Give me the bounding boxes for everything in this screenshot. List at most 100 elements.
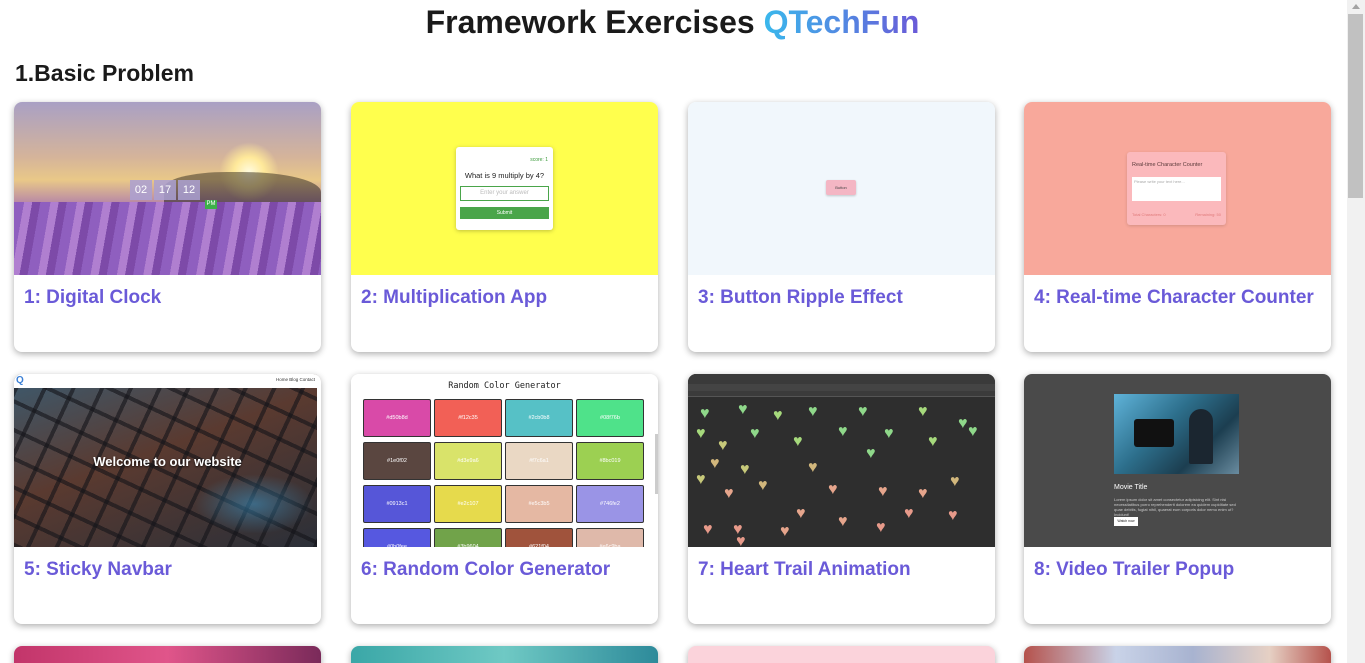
exercise-card-random-color[interactable]: Random Color Generator #d50b8d #f12c35 #2c… bbox=[351, 374, 658, 624]
card-title[interactable]: 6: Random Color Generator bbox=[361, 559, 610, 581]
color-swatch: #e5c3b5 bbox=[505, 485, 573, 523]
heart-icon: ♥ bbox=[928, 433, 938, 450]
heart-icon: ♥ bbox=[876, 519, 886, 536]
clock-seconds: 12 bbox=[178, 180, 200, 200]
exercise-card-button-ripple[interactable]: Button 3: Button Ripple Effect bbox=[688, 102, 995, 352]
card-thumbnail[interactable]: ♥ ♥ ♥ ♥ ♥ ♥ ♥ ♥ ♥ ♥ ♥ ♥ ♥ ♥ ♥ ♥ ♥ ♥ ♥ ♥ ♥ ♥ ♥ ♥ ♥ ♥ ♥ ♥ ♥ ♥ ♥ ♥ ♥ ♥ ♥ bbox=[688, 374, 995, 547]
heart-icon: ♥ bbox=[710, 455, 720, 472]
quiz-box-preview: score: 1 What is 9 multiply by 4? Enter … bbox=[456, 147, 553, 230]
exercise-card-character-counter[interactable]: Real-time Character Counter Please write… bbox=[1024, 102, 1331, 352]
card-title[interactable]: 2: Multiplication App bbox=[361, 287, 547, 309]
scrollbar-thumb[interactable] bbox=[1348, 14, 1363, 198]
exercise-card-sticky-navbar[interactable]: Q Home Blog Contact Welcome to our websi… bbox=[14, 374, 321, 624]
exercise-card-digital-clock[interactable]: 02 17 12 PM 1: Digital Clock bbox=[14, 102, 321, 352]
clock-hours: 02 bbox=[130, 180, 152, 200]
submit-button-preview: Submit bbox=[460, 207, 549, 219]
heart-icon: ♥ bbox=[828, 481, 838, 498]
exercise-card-peek-12[interactable] bbox=[1024, 646, 1331, 663]
keyboard-glow bbox=[194, 474, 314, 534]
heart-icon: ♥ bbox=[950, 473, 960, 490]
logo-preview: Q bbox=[16, 375, 24, 386]
card-title[interactable]: 3: Button Ripple Effect bbox=[698, 287, 903, 309]
page-title: Framework Exercises QTechFun bbox=[0, 4, 1345, 41]
clock-preview: 02 17 12 bbox=[130, 180, 200, 200]
brand-name[interactable]: QTechFun bbox=[764, 4, 920, 40]
card-title[interactable]: 5: Sticky Navbar bbox=[24, 559, 172, 581]
exercise-card-video-trailer[interactable]: Movie Title Lorem ipsum dolor sit amet c… bbox=[1024, 374, 1331, 624]
ripple-button-preview: Button bbox=[826, 180, 856, 195]
heart-icon: ♥ bbox=[838, 423, 848, 440]
color-swatch: #2cb0b8 bbox=[505, 399, 573, 437]
heart-icon: ♥ bbox=[808, 403, 818, 420]
card-title[interactable]: 7: Heart Trail Animation bbox=[698, 559, 911, 581]
heart-icon: ♥ bbox=[703, 521, 713, 538]
color-swatch: #d50b8d bbox=[363, 399, 431, 437]
exercise-card-heart-trail[interactable]: ♥ ♥ ♥ ♥ ♥ ♥ ♥ ♥ ♥ ♥ ♥ ♥ ♥ ♥ ♥ ♥ ♥ ♥ ♥ ♥ ♥ ♥ ♥ ♥ ♥ ♥ ♥ ♥ ♥ ♥ ♥ ♥ ♥ ♥ ♥ 7: H… bbox=[688, 374, 995, 624]
counter-heading: Real-time Character Counter bbox=[1132, 162, 1203, 168]
clock-ampm: PM bbox=[205, 200, 217, 209]
scrollbar-edge bbox=[317, 374, 321, 547]
answer-input-preview: Enter your answer bbox=[460, 186, 549, 201]
card-thumbnail[interactable]: Q Home Blog Contact Welcome to our websi… bbox=[14, 374, 321, 547]
heart-icon: ♥ bbox=[968, 423, 978, 440]
lavender-field-graphic bbox=[14, 202, 321, 275]
counter-box-preview: Real-time Character Counter Please write… bbox=[1127, 152, 1226, 225]
heart-icon: ♥ bbox=[738, 401, 748, 418]
heart-icon: ♥ bbox=[724, 485, 734, 502]
title-prefix: Framework Exercises bbox=[425, 4, 755, 40]
heart-icon: ♥ bbox=[884, 425, 894, 442]
section-title: 1.Basic Problem bbox=[15, 60, 194, 86]
color-swatch: #e2c107 bbox=[434, 485, 502, 523]
camera-graphic bbox=[1134, 419, 1174, 447]
card-thumbnail[interactable]: Real-time Character Counter Please write… bbox=[1024, 102, 1331, 275]
color-swatch: #08f76b bbox=[576, 399, 644, 437]
person-graphic bbox=[1189, 409, 1213, 464]
nav-links-preview: Home Blog Contact bbox=[275, 377, 315, 382]
card-thumbnail[interactable]: 02 17 12 PM bbox=[14, 102, 321, 275]
heart-icon: ♥ bbox=[796, 505, 806, 522]
heart-icon: ♥ bbox=[750, 425, 760, 442]
heart-icon: ♥ bbox=[758, 477, 768, 494]
browser-address-bar-preview bbox=[688, 384, 995, 391]
card-thumbnail[interactable]: score: 1 What is 9 multiply by 4? Enter … bbox=[351, 102, 658, 275]
heart-icon: ♥ bbox=[696, 471, 706, 488]
page: Framework Exercises QTechFun 1.Basic Pro… bbox=[0, 0, 1347, 663]
heart-icon: ♥ bbox=[918, 403, 928, 420]
movie-title: Movie Title bbox=[1114, 484, 1148, 491]
color-swatch: #3b9604 bbox=[434, 528, 502, 547]
scroll-up-arrow-icon[interactable] bbox=[1352, 4, 1360, 9]
movie-image-preview bbox=[1114, 394, 1239, 474]
color-swatch: #1e0f02 bbox=[363, 442, 431, 480]
color-swatch: #e6c9ba bbox=[576, 528, 644, 547]
movie-description: Lorem ipsum dolor sit amet consectetur a… bbox=[1114, 497, 1236, 517]
exercise-card-peek-10[interactable] bbox=[351, 646, 658, 663]
total-characters: Total Characters: 0 bbox=[1132, 212, 1166, 217]
remaining-characters: Remaining: 50 bbox=[1195, 212, 1221, 217]
browser-bookmarks-preview bbox=[688, 391, 995, 397]
clock-minutes: 17 bbox=[154, 180, 176, 200]
exercise-card-peek-9[interactable] bbox=[14, 646, 321, 663]
card-thumbnail[interactable]: Movie Title Lorem ipsum dolor sit amet c… bbox=[1024, 374, 1331, 547]
card-title[interactable]: 8: Video Trailer Popup bbox=[1034, 559, 1234, 581]
heart-icon: ♥ bbox=[700, 405, 710, 422]
page-scrollbar[interactable] bbox=[1347, 0, 1365, 663]
heart-icon: ♥ bbox=[878, 483, 888, 500]
card-title[interactable]: 1: Digital Clock bbox=[24, 287, 161, 309]
exercise-card-peek-11[interactable] bbox=[688, 646, 995, 663]
browser-tabs-preview bbox=[688, 374, 995, 384]
heart-icon: ♥ bbox=[696, 425, 706, 442]
color-swatch: #0913c1 bbox=[363, 485, 431, 523]
card-thumbnail[interactable]: Button bbox=[688, 102, 995, 275]
heart-icon: ♥ bbox=[904, 505, 914, 522]
heart-icon: ♥ bbox=[958, 415, 968, 432]
color-generator-heading: Random Color Generator bbox=[448, 381, 561, 391]
heart-icon: ♥ bbox=[838, 513, 848, 530]
color-swatch: #621f04 bbox=[505, 528, 573, 547]
color-swatch: #d3e9a6 bbox=[434, 442, 502, 480]
exercise-card-multiplication-app[interactable]: score: 1 What is 9 multiply by 4? Enter … bbox=[351, 102, 658, 352]
card-title[interactable]: 4: Real-time Character Counter bbox=[1034, 287, 1314, 309]
card-thumbnail[interactable]: Random Color Generator #d50b8d #f12c35 #2c… bbox=[351, 374, 658, 547]
heart-icon: ♥ bbox=[740, 461, 750, 478]
heart-icon: ♥ bbox=[780, 523, 790, 540]
heart-icon: ♥ bbox=[793, 433, 803, 450]
